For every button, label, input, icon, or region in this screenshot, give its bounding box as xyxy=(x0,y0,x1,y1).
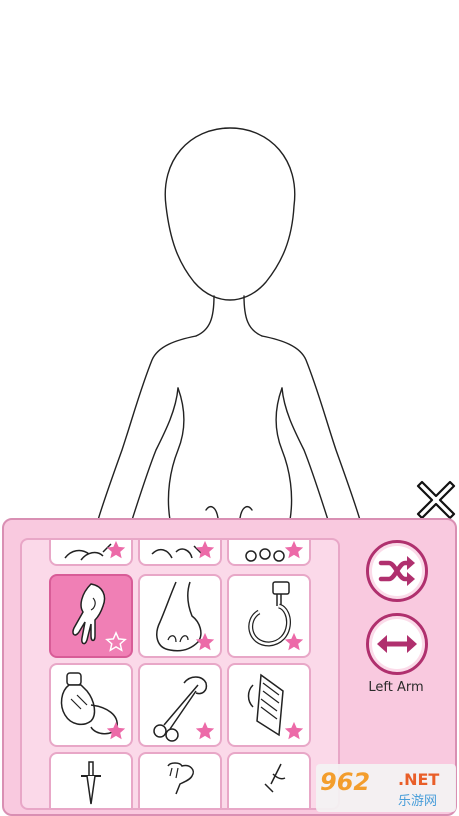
item-tile[interactable] xyxy=(138,574,222,658)
item-tile[interactable] xyxy=(49,540,133,566)
star-icon xyxy=(284,632,304,651)
fist-icon xyxy=(167,762,194,795)
shuffle-icon xyxy=(378,556,415,586)
star-icon xyxy=(284,721,304,740)
watermark-net: .NET xyxy=(398,770,440,789)
character-canvas xyxy=(97,127,361,520)
close-icon[interactable] xyxy=(414,476,458,520)
item-tile[interactable] xyxy=(138,663,222,747)
item-tile[interactable] xyxy=(49,752,133,808)
mannequin-outline xyxy=(97,127,361,520)
wand-icon xyxy=(264,763,286,793)
item-tile[interactable] xyxy=(138,540,222,566)
item-tile-selected[interactable] xyxy=(49,574,133,658)
star-icon xyxy=(195,540,215,559)
star-icon xyxy=(195,632,215,651)
site-watermark: 962 .NET 乐游网 xyxy=(316,764,456,812)
item-grid[interactable] xyxy=(20,538,340,810)
dagger-icon xyxy=(81,761,101,805)
item-tile[interactable] xyxy=(49,663,133,747)
watermark-cn: 乐游网 xyxy=(398,794,438,809)
star-outline-icon xyxy=(105,631,127,652)
swap-arrows-icon xyxy=(377,635,417,653)
item-tile[interactable] xyxy=(227,663,311,747)
shuffle-button[interactable] xyxy=(366,540,428,602)
item-tile[interactable] xyxy=(227,574,311,658)
watermark-number: 962 xyxy=(320,768,371,796)
item-tile[interactable] xyxy=(227,752,311,808)
body-part-label: Left Arm xyxy=(368,680,424,695)
item-tile[interactable] xyxy=(138,752,222,808)
swap-side-button[interactable] xyxy=(366,613,428,675)
star-icon xyxy=(106,721,126,740)
item-tile[interactable] xyxy=(227,540,311,566)
star-icon xyxy=(284,540,304,559)
star-icon xyxy=(195,721,215,740)
star-icon xyxy=(106,540,126,559)
